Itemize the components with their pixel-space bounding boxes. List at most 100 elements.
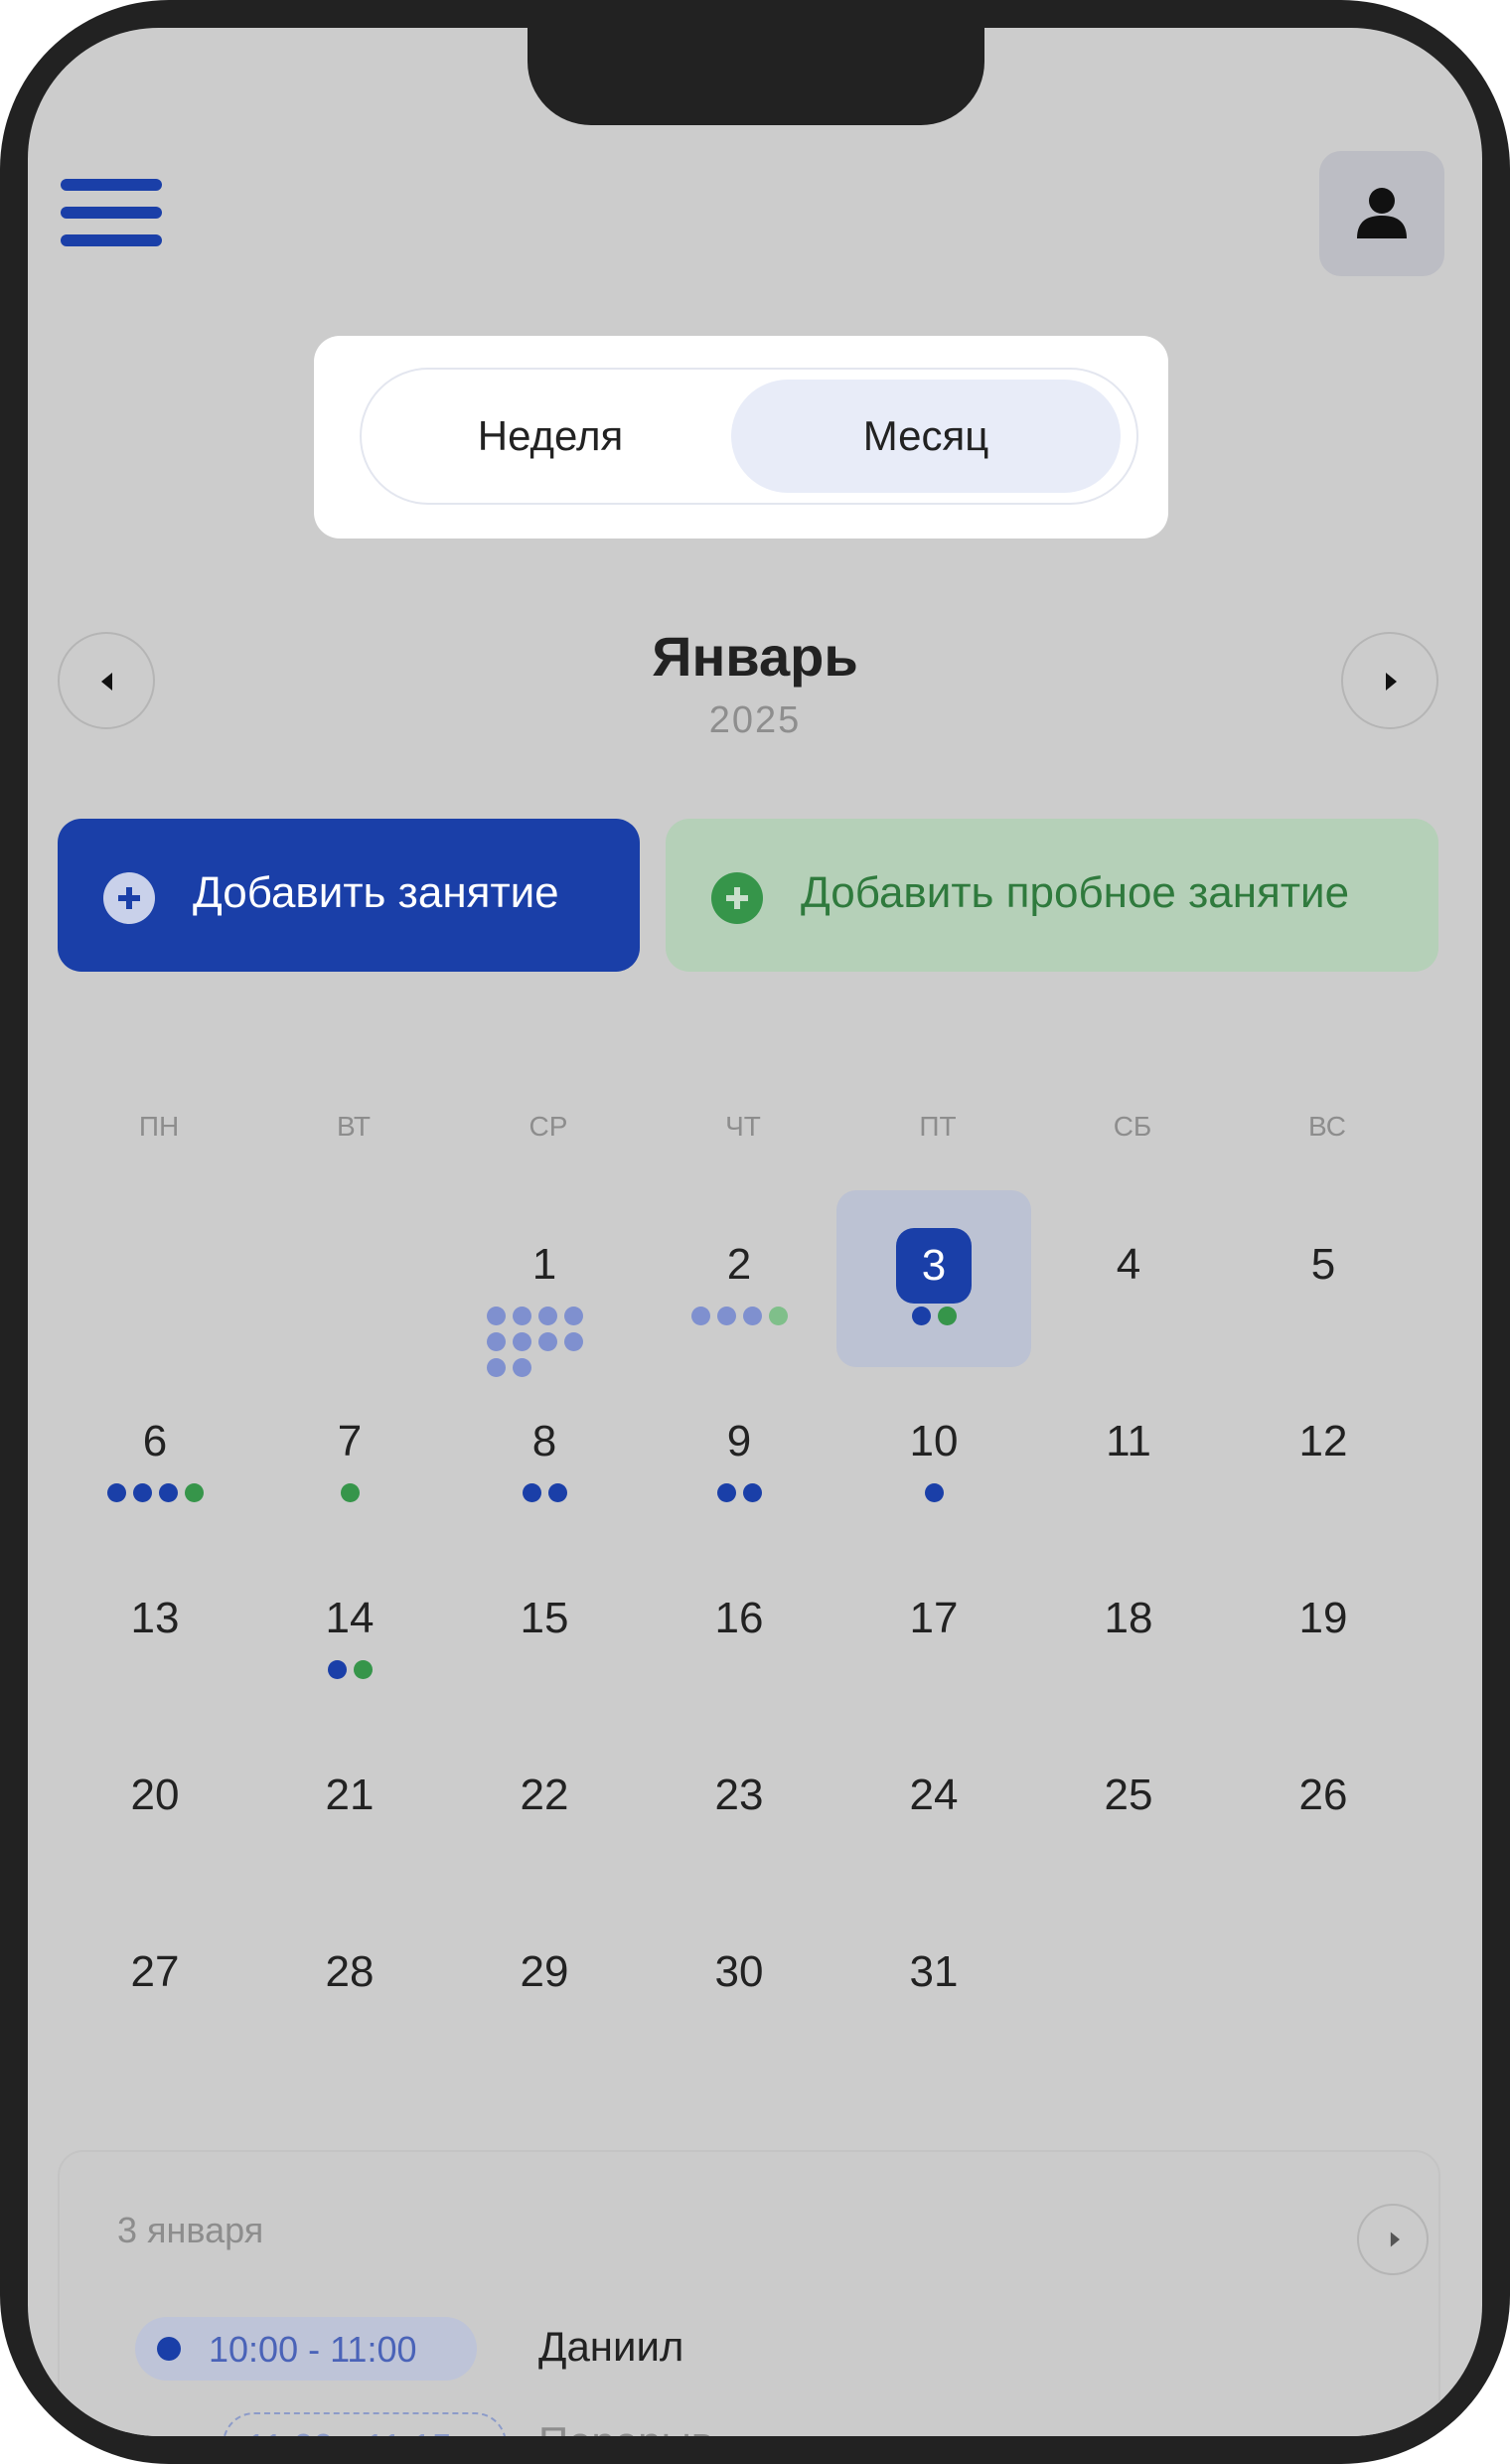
- lesson-student-name[interactable]: Даниил: [538, 2323, 683, 2371]
- lesson-dots: [447, 1483, 642, 1502]
- day-number: 8: [531, 1417, 557, 1465]
- calendar-day[interactable]: 19: [1226, 1544, 1421, 1721]
- lesson-dot: [768, 1307, 788, 1325]
- toggle-week[interactable]: Неделя: [372, 380, 729, 493]
- day-number: 23: [714, 1771, 764, 1819]
- calendar-day[interactable]: 14: [252, 1544, 447, 1721]
- lesson-dot: [327, 1660, 347, 1679]
- lesson-dot: [106, 1483, 126, 1502]
- lesson-dot: [690, 1307, 710, 1325]
- calendar-day[interactable]: 10: [836, 1367, 1031, 1544]
- calendar-day[interactable]: 11: [1031, 1367, 1226, 1544]
- lesson-dot: [742, 1307, 762, 1325]
- calendar-day[interactable]: 26: [1226, 1721, 1421, 1898]
- calendar-day[interactable]: 7: [252, 1367, 447, 1544]
- calendar-day[interactable]: 3: [836, 1190, 1031, 1367]
- lesson-dot: [547, 1483, 567, 1502]
- day-number: 2: [726, 1240, 752, 1289]
- lesson-dot: [340, 1483, 360, 1502]
- schedule-next-button[interactable]: [1357, 2204, 1429, 2275]
- device-notch: [528, 28, 984, 125]
- day-number: 10: [909, 1417, 959, 1465]
- calendar-day[interactable]: 13: [58, 1544, 252, 1721]
- day-number: 3: [896, 1228, 972, 1304]
- lesson-dot: [513, 1307, 531, 1325]
- calendar-day[interactable]: 2: [642, 1190, 836, 1367]
- phone-frame: Неделя Месяц Январь 2025 Добавить заняти…: [0, 0, 1510, 2464]
- schedule-date: 3 января: [117, 2210, 264, 2250]
- lesson-dot: [132, 1483, 152, 1502]
- lesson-dot: [742, 1483, 762, 1502]
- calendar-day[interactable]: 25: [1031, 1721, 1226, 1898]
- day-number: 13: [130, 1594, 180, 1642]
- break-label: Перерыв: [538, 2418, 713, 2436]
- calendar-day[interactable]: 30: [642, 1898, 836, 2075]
- add-lesson-button[interactable]: Добавить занятие: [58, 819, 640, 972]
- calendar-day[interactable]: 15: [447, 1544, 642, 1721]
- toggle-month[interactable]: Месяц: [731, 380, 1121, 493]
- lesson-dot: [937, 1307, 957, 1325]
- day-number: 17: [909, 1594, 959, 1642]
- day-number: 31: [909, 1947, 959, 1996]
- day-number: 12: [1298, 1417, 1348, 1465]
- lesson-dot: [538, 1332, 557, 1351]
- add-trial-lesson-button[interactable]: Добавить пробное занятие: [666, 819, 1438, 972]
- day-number: 24: [909, 1771, 959, 1819]
- calendar-day[interactable]: 24: [836, 1721, 1031, 1898]
- lesson-dots: [252, 1483, 447, 1502]
- hamburger-menu-icon[interactable]: [61, 179, 162, 246]
- day-number: 4: [1116, 1240, 1141, 1289]
- calendar-day[interactable]: 9: [642, 1367, 836, 1544]
- profile-button[interactable]: [1319, 151, 1444, 276]
- lesson-dots: [836, 1483, 1031, 1502]
- day-number: 9: [726, 1417, 752, 1465]
- add-lesson-label: Добавить занятие: [193, 868, 559, 917]
- view-toggle-panel: Неделя Месяц: [314, 336, 1168, 539]
- calendar-day[interactable]: 4: [1031, 1190, 1226, 1367]
- calendar-day[interactable]: 27: [58, 1898, 252, 2075]
- day-number: 15: [520, 1594, 569, 1642]
- calendar-day[interactable]: 1: [447, 1190, 642, 1377]
- weekday-label: ВС: [1308, 1111, 1346, 1142]
- calendar-day[interactable]: 5: [1226, 1190, 1421, 1367]
- view-toggle: Неделя Месяц: [360, 368, 1138, 505]
- plus-circle-icon: [103, 872, 155, 924]
- lesson-dot: [158, 1483, 178, 1502]
- lesson-dot: [522, 1483, 541, 1502]
- lesson-time: 10:00 - 11:00: [209, 2329, 417, 2370]
- calendar-day[interactable]: 6: [58, 1367, 252, 1544]
- lesson-dot: [564, 1307, 583, 1325]
- lesson-dot: [487, 1307, 506, 1325]
- day-number: 11: [1106, 1417, 1151, 1465]
- next-month-button[interactable]: [1341, 632, 1438, 729]
- calendar-day[interactable]: 20: [58, 1721, 252, 1898]
- break-time-badge[interactable]: 11:00 - 11:15: [223, 2412, 507, 2436]
- day-number: 30: [714, 1947, 764, 1996]
- day-number: 22: [520, 1771, 569, 1819]
- prev-month-button[interactable]: [58, 632, 155, 729]
- calendar-day[interactable]: 12: [1226, 1367, 1421, 1544]
- calendar-day[interactable]: 31: [836, 1898, 1031, 2075]
- calendar-day[interactable]: 21: [252, 1721, 447, 1898]
- day-number: 5: [1310, 1240, 1336, 1289]
- day-number: 20: [130, 1771, 180, 1819]
- break-time: 11:00 - 11:15: [246, 2426, 452, 2436]
- day-number: 27: [130, 1947, 180, 1996]
- user-icon: [1357, 188, 1407, 238]
- calendar-day[interactable]: 23: [642, 1721, 836, 1898]
- day-number: 6: [142, 1417, 168, 1465]
- lesson-dot: [911, 1307, 931, 1325]
- lesson-dot: [353, 1660, 373, 1679]
- calendar-day[interactable]: 18: [1031, 1544, 1226, 1721]
- weekday-label: ПН: [138, 1111, 180, 1142]
- calendar-day[interactable]: 22: [447, 1721, 642, 1898]
- lesson-time-badge[interactable]: 10:00 - 11:00: [135, 2317, 477, 2381]
- calendar-day[interactable]: 28: [252, 1898, 447, 2075]
- day-number: 25: [1104, 1771, 1153, 1819]
- calendar-day[interactable]: 16: [642, 1544, 836, 1721]
- calendar-day[interactable]: 17: [836, 1544, 1031, 1721]
- weekday-label: ВТ: [337, 1111, 371, 1142]
- chevron-right-icon: [1390, 2232, 1400, 2247]
- calendar-day[interactable]: 8: [447, 1367, 642, 1544]
- calendar-day[interactable]: 29: [447, 1898, 642, 2075]
